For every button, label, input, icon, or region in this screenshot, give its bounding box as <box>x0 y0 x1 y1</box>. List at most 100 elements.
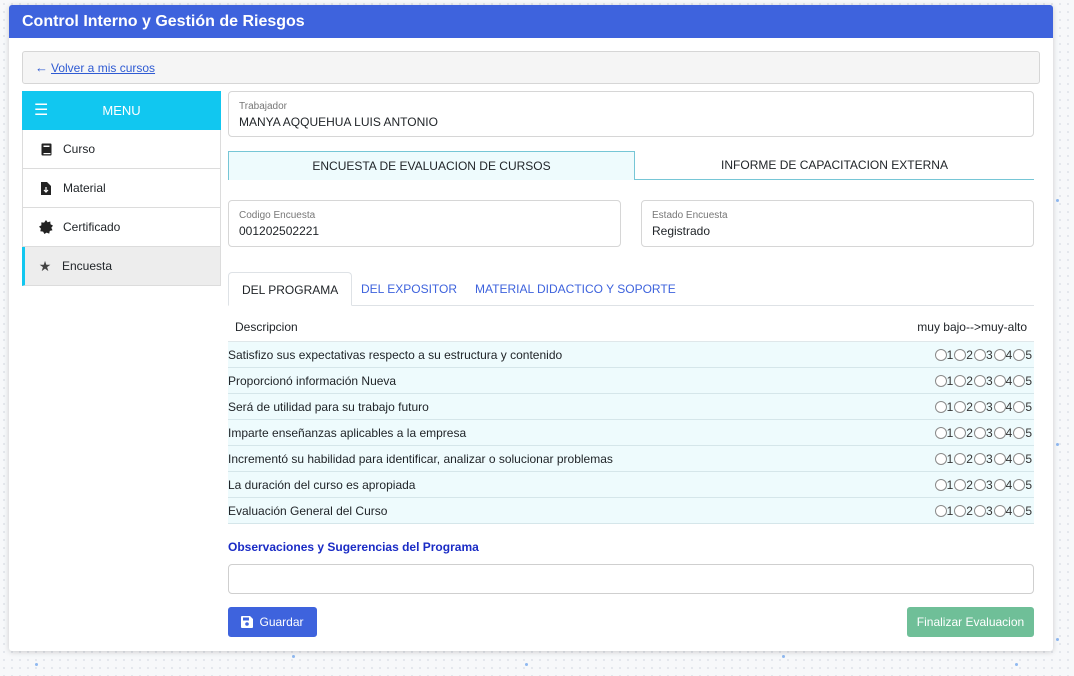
tab-del-expositor[interactable]: DEL EXPOSITOR <box>361 272 457 306</box>
rating-option[interactable]: 3 <box>973 478 993 492</box>
radio-circle-icon[interactable] <box>1013 452 1026 465</box>
radio-circle-icon[interactable] <box>973 478 986 491</box>
rating-option[interactable]: 1 <box>934 373 954 388</box>
rating-number: 1 <box>946 373 954 388</box>
book-icon <box>35 143 57 156</box>
rating-option[interactable]: 5 <box>1013 478 1032 492</box>
radio-circle-icon[interactable] <box>954 348 967 361</box>
tab-del-programa[interactable]: DEL PROGRAMA <box>228 272 353 306</box>
radio-circle-icon[interactable] <box>934 400 947 413</box>
rating-option[interactable]: 1 <box>934 400 953 414</box>
rating-option[interactable]: 5 <box>1013 348 1032 362</box>
radio-circle-icon[interactable] <box>954 426 967 439</box>
rating-option[interactable]: 2 <box>954 400 973 414</box>
sidebar-item-material[interactable]: Material <box>22 169 221 208</box>
question-text: Evaluación General del Curso <box>228 503 388 518</box>
rating-option[interactable]: 4 <box>993 452 1012 466</box>
radio-circle-icon[interactable] <box>993 426 1006 439</box>
question-text: Será de utilidad para su trabajo futuro <box>228 399 429 414</box>
rating-option[interactable]: 2 <box>954 374 973 388</box>
radio-circle-icon[interactable] <box>954 504 967 517</box>
rating-group: 12345 <box>934 478 1034 492</box>
radio-circle-icon[interactable] <box>1013 348 1026 361</box>
rating-option[interactable]: 1 <box>934 452 953 466</box>
rating-option[interactable]: 4 <box>993 426 1012 440</box>
rating-option[interactable]: 5 <box>1013 426 1032 440</box>
radio-circle-icon[interactable] <box>934 504 947 517</box>
radio-circle-icon[interactable] <box>993 478 1006 491</box>
radio-circle-icon[interactable] <box>1013 504 1026 517</box>
arrow-left-icon[interactable]: ← <box>35 60 48 75</box>
hamburger-icon[interactable]: ☰ <box>34 100 48 120</box>
radio-circle-icon[interactable] <box>973 400 986 413</box>
radio-circle-icon[interactable] <box>993 374 1006 387</box>
rating-option[interactable]: 2 <box>954 478 973 492</box>
rating-option[interactable]: 3 <box>973 504 993 518</box>
radio-circle-icon[interactable] <box>1013 400 1026 413</box>
rating-option[interactable]: 5 <box>1013 400 1032 414</box>
rating-option[interactable]: 4 <box>993 504 1012 518</box>
radio-circle-icon[interactable] <box>973 452 986 465</box>
rating-option[interactable]: 2 <box>954 348 973 362</box>
radio-circle-icon[interactable] <box>993 348 1006 361</box>
radio-circle-icon[interactable] <box>934 426 947 439</box>
radio-circle-icon[interactable] <box>1013 374 1026 387</box>
back-link[interactable]: Volver a mis cursos <box>51 61 155 75</box>
rating-option[interactable]: 4 <box>993 348 1012 362</box>
menu-header[interactable]: ☰ MENU <box>22 91 221 130</box>
radio-circle-icon[interactable] <box>973 504 986 517</box>
rating-option[interactable]: 4 <box>993 374 1012 388</box>
rating-option[interactable]: 5 <box>1013 504 1032 518</box>
sidebar-item-curso[interactable]: Curso <box>22 130 221 169</box>
radio-circle-icon[interactable] <box>993 504 1006 517</box>
radio-circle-icon[interactable] <box>1013 426 1026 439</box>
rating-option[interactable]: 2 <box>954 504 973 518</box>
rating-option[interactable]: 3 <box>973 400 993 414</box>
rating-option[interactable]: 5 <box>1013 374 1032 388</box>
rating-option[interactable]: 1 <box>934 477 954 492</box>
rating-option[interactable]: 2 <box>954 426 973 440</box>
sidebar-item-encuesta[interactable]: ★ Encuesta <box>22 247 221 286</box>
rating-option[interactable]: 3 <box>973 374 993 388</box>
rating-option[interactable]: 4 <box>993 400 1012 414</box>
rating-option[interactable]: 1 <box>934 503 954 518</box>
sidebar-item-label: Certificado <box>63 220 121 234</box>
observations-input[interactable] <box>228 564 1034 594</box>
radio-circle-icon[interactable] <box>934 452 947 465</box>
sidebar-item-certificado[interactable]: Certificado <box>22 208 221 247</box>
radio-circle-icon[interactable] <box>1013 478 1026 491</box>
radio-circle-icon[interactable] <box>954 374 967 387</box>
save-button[interactable]: Guardar <box>228 607 317 637</box>
rating-option[interactable]: 3 <box>973 426 993 440</box>
app-title: Control Interno y Gestión de Riesgos <box>9 5 1053 38</box>
radio-circle-icon[interactable] <box>954 478 967 491</box>
tab-encuesta[interactable]: ENCUESTA DE EVALUACION DE CURSOS <box>228 151 635 180</box>
radio-circle-icon[interactable] <box>973 426 986 439</box>
table-row: Proporcionó información Nueva 1 2 3 4 5 <box>228 368 1034 394</box>
radio-circle-icon[interactable] <box>993 452 1006 465</box>
tab-informe[interactable]: INFORME DE CAPACITACION EXTERNA <box>635 151 1034 180</box>
radio-circle-icon[interactable] <box>934 374 947 387</box>
rating-option[interactable]: 3 <box>973 348 993 362</box>
rating-number: 3 <box>985 451 993 466</box>
rating-option[interactable]: 1 <box>934 426 953 440</box>
rating-option[interactable]: 3 <box>973 451 993 466</box>
rating-number: 1 <box>946 503 954 518</box>
radio-circle-icon[interactable] <box>934 478 947 491</box>
radio-circle-icon[interactable] <box>954 400 967 413</box>
radio-circle-icon[interactable] <box>993 400 1006 413</box>
rating-option[interactable]: 4 <box>993 478 1012 492</box>
rating-option[interactable]: 2 <box>954 452 973 466</box>
save-label: Guardar <box>259 615 304 629</box>
finish-evaluation-button[interactable]: Finalizar Evaluacion <box>907 607 1034 637</box>
rating-option[interactable]: 5 <box>1013 452 1032 466</box>
radio-circle-icon[interactable] <box>973 374 986 387</box>
radio-circle-icon[interactable] <box>973 348 986 361</box>
certificate-icon <box>35 220 57 234</box>
rating-number: 1 <box>946 477 954 492</box>
rating-group: 12345 <box>934 504 1034 518</box>
tab-material-didactico[interactable]: MATERIAL DIDACTICO Y SOPORTE <box>475 272 676 306</box>
rating-option[interactable]: 1 <box>934 348 953 362</box>
radio-circle-icon[interactable] <box>934 348 947 361</box>
radio-circle-icon[interactable] <box>954 452 967 465</box>
